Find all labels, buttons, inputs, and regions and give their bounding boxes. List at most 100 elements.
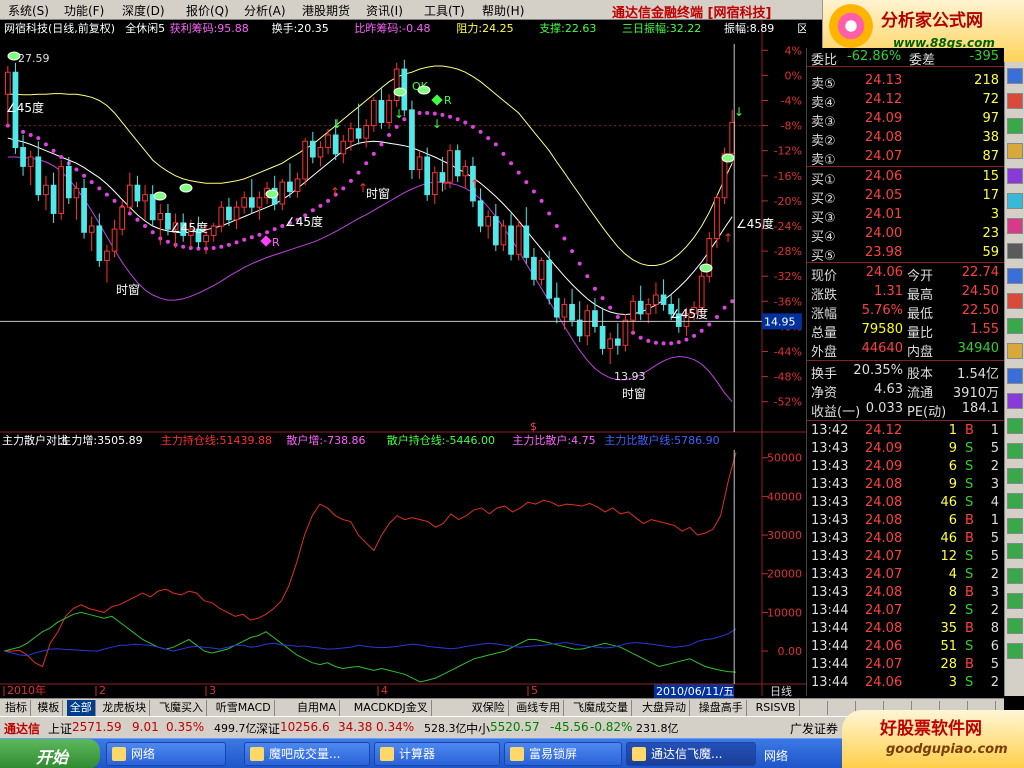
indicator-tab[interactable]: 双保险 xyxy=(469,700,509,716)
indicator-tab[interactable]: 指标 xyxy=(2,700,31,716)
menu-analysis[interactable]: 分析(A) xyxy=(244,2,286,19)
sar-dot xyxy=(364,161,369,166)
indicator-tab[interactable]: 自用MA xyxy=(294,700,341,716)
indicator-tab[interactable]: 听雪MACD xyxy=(213,700,275,716)
tick-count: 5 xyxy=(990,531,999,546)
menu-hk-futures[interactable]: 港股期货 xyxy=(302,2,350,19)
toolbar-tool-icon[interactable] xyxy=(1007,593,1023,609)
logo-name: 分析家公式网 xyxy=(881,11,983,31)
sar-dot xyxy=(463,120,468,125)
chart-area[interactable]: 网宿科技(日线,前复权) 全休闲5 获利筹码:95.88 换手:20.35 比昨筹码:-… xyxy=(0,20,806,698)
bid-price: 23.98 xyxy=(865,245,903,260)
menu-function[interactable]: 功能(F) xyxy=(64,2,104,19)
toolbar-tool-icon[interactable] xyxy=(1007,318,1023,334)
task-lockscreen[interactable]: 富易锁屏 xyxy=(504,742,622,766)
stats-value: 1.54亿 xyxy=(957,367,999,382)
toolbar-tool-icon[interactable] xyxy=(1007,543,1023,559)
indicator-tab[interactable]: 大盘异动 xyxy=(639,700,690,716)
toolbar-tool-icon[interactable] xyxy=(1007,343,1023,359)
bid-row: 买⑤ 23.98 59 xyxy=(807,244,1005,264)
tick-price: 24.06 xyxy=(865,675,903,690)
menu-info[interactable]: 资讯(I) xyxy=(366,2,403,19)
stats-value: 20.35% xyxy=(853,363,903,378)
price-header-item: 支撑:22.63 xyxy=(539,21,596,35)
toolbar-tool-icon[interactable] xyxy=(1007,393,1023,409)
watermark-logo-bottom: 好股票软件网 goodgupiao.com xyxy=(842,710,1024,768)
menu-quote[interactable]: 报价(Q) xyxy=(186,2,229,19)
ask-label: 卖⑤ xyxy=(811,77,836,92)
tick-price: 24.07 xyxy=(865,549,903,564)
task-tdx[interactable]: 通达信飞魔... xyxy=(626,742,756,766)
task-calculator[interactable]: 计算器 xyxy=(374,742,500,766)
y-tick-label: -20% xyxy=(774,195,802,208)
task-volume[interactable]: 魔吧成交量... xyxy=(244,742,370,766)
task-network[interactable]: 网络 xyxy=(106,742,226,766)
tick-count: 4 xyxy=(990,495,999,510)
toolbar-tool-icon[interactable] xyxy=(1007,143,1023,159)
indicator-tab[interactable]: 飞魔买入 xyxy=(156,700,207,716)
indicator-tab[interactable]: 操盘高手 xyxy=(696,700,747,716)
indicator-tab[interactable]: MACDKDJ金叉 xyxy=(351,700,432,716)
chart-annotation: 13.93 xyxy=(614,370,646,383)
indicator-tab[interactable]: 模板 xyxy=(34,700,64,716)
indicator-tab[interactable]: 龙虎板块 xyxy=(99,700,151,716)
toolbar-tool-icon[interactable] xyxy=(1007,493,1023,509)
toolbar-tool-icon[interactable] xyxy=(1007,93,1023,109)
sar-dot xyxy=(570,249,575,254)
tick-count: 2 xyxy=(990,459,999,474)
toolbar-tool-icon[interactable] xyxy=(1007,243,1023,259)
menu-tools[interactable]: 工具(T) xyxy=(424,2,465,19)
toolbar-tool-icon[interactable] xyxy=(1007,218,1023,234)
toolbar-tool-icon[interactable] xyxy=(1007,468,1023,484)
indicator-tab[interactable]: 画线专用 xyxy=(513,700,565,716)
sar-dot xyxy=(234,240,239,245)
signal-arrow-icon: ↓ xyxy=(332,117,342,131)
toolbar-tool-icon[interactable] xyxy=(1007,118,1023,134)
indicator-tab[interactable]: 飞魔成交量 xyxy=(570,700,632,716)
indicator-tab[interactable]: 全部 xyxy=(66,700,96,716)
toolbar-tool-icon[interactable] xyxy=(1007,68,1023,84)
sub-header-item: 主力散户对比 xyxy=(2,433,68,447)
menu-depth[interactable]: 深度(D) xyxy=(122,2,165,19)
price-header-item: 阻力:24.25 xyxy=(456,22,513,35)
tray-network[interactable]: 网络 xyxy=(764,747,788,764)
sar-dot xyxy=(684,337,689,342)
candle-body xyxy=(287,181,293,192)
toolbar-tool-icon[interactable] xyxy=(1007,193,1023,209)
toolbar-tool-icon[interactable] xyxy=(1007,418,1023,434)
quote-value: 44640 xyxy=(861,341,903,356)
sub-series-line xyxy=(4,452,737,668)
sar-dot xyxy=(310,208,315,213)
watermark-url: goodgupiao.com xyxy=(886,742,1008,757)
toolbar-tool-icon[interactable] xyxy=(1007,518,1023,534)
tick-time: 13:42 xyxy=(811,423,849,438)
toolbar-tool-icon[interactable] xyxy=(1007,268,1023,284)
toolbar-tool-icon[interactable] xyxy=(1007,643,1023,659)
ask-price: 24.07 xyxy=(865,149,903,164)
sar-dot xyxy=(509,161,514,166)
price-header-item: 三日振幅:32.22 xyxy=(622,21,701,35)
toolbar-tool-icon[interactable] xyxy=(1007,618,1023,634)
tick-price: 24.08 xyxy=(865,621,903,636)
toolbar-tool-icon[interactable] xyxy=(1007,168,1023,184)
price-header-item: 换手:20.35 xyxy=(272,21,329,35)
indicator-tab[interactable]: RSISVB xyxy=(753,700,800,716)
toolbar-tool-icon[interactable] xyxy=(1007,293,1023,309)
sar-dot xyxy=(387,133,392,137)
candle-body xyxy=(104,250,110,262)
menu-system[interactable]: 系统(S) xyxy=(8,2,49,19)
sar-dot xyxy=(242,237,247,242)
toolbar-tool-icon[interactable] xyxy=(1007,368,1023,384)
candle-body xyxy=(447,150,453,183)
quote-row: 现价 24.06 今开 22.74 xyxy=(807,264,1005,284)
toolbar-tool-icon[interactable] xyxy=(1007,568,1023,584)
menu-help[interactable]: 帮助(H) xyxy=(482,2,524,19)
toolbar-tool-icon[interactable] xyxy=(1007,443,1023,459)
start-button[interactable]: 开始 xyxy=(0,739,100,768)
candle-body xyxy=(454,150,461,177)
panel-tab-button[interactable] xyxy=(806,701,828,715)
sar-dot xyxy=(638,335,643,340)
stats-label: 股本 xyxy=(907,367,934,382)
ask-volume: 72 xyxy=(982,92,999,107)
sar-dot xyxy=(257,232,262,237)
